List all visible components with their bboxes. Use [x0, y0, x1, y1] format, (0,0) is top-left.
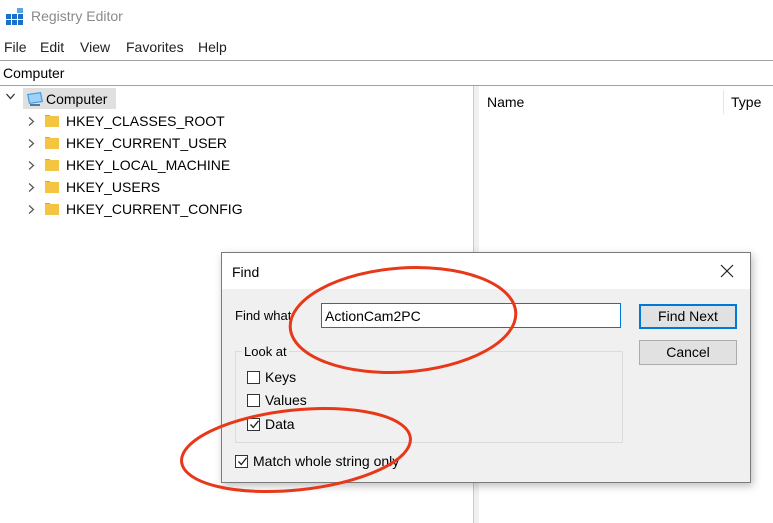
match-whole-string-label: Match whole string only: [253, 453, 400, 469]
data-label: Data: [265, 416, 295, 432]
chevron-down-icon[interactable]: [6, 92, 15, 101]
tree-item-hkey-current-user[interactable]: HKEY_CURRENT_USER: [0, 132, 300, 154]
folder-icon: [45, 137, 59, 149]
close-icon[interactable]: [718, 262, 736, 280]
column-header-name[interactable]: Name: [487, 94, 524, 110]
match-whole-string-checkbox[interactable]: [235, 455, 248, 468]
find-dialog: Find Find what Find Next Cancel Look at …: [221, 252, 751, 483]
data-checkbox[interactable]: [247, 418, 260, 431]
keys-label: Keys: [265, 369, 297, 385]
computer-icon: [27, 92, 43, 106]
chevron-right-icon[interactable]: [27, 139, 36, 148]
chevron-right-icon[interactable]: [27, 183, 36, 192]
menu-favorites[interactable]: Favorites: [126, 39, 184, 55]
dialog-title-bar: Find: [222, 253, 750, 289]
address-path: Computer: [3, 65, 65, 81]
tree-item-hkey-local-machine[interactable]: HKEY_LOCAL_MACHINE: [0, 154, 300, 176]
tree-label: HKEY_CURRENT_CONFIG: [66, 201, 243, 217]
values-checkbox[interactable]: [247, 394, 260, 407]
tree-item-hkey-classes-root[interactable]: HKEY_CLASSES_ROOT: [0, 110, 300, 132]
tree-label: HKEY_CLASSES_ROOT: [66, 113, 225, 129]
menu-file[interactable]: File: [4, 39, 27, 55]
column-header-type[interactable]: Type: [731, 94, 761, 110]
tree-label: HKEY_CURRENT_USER: [66, 135, 228, 151]
find-what-input[interactable]: [321, 303, 621, 328]
checkmark-icon: [238, 457, 248, 466]
tree-label-computer: Computer: [46, 91, 108, 107]
tree-label: HKEY_LOCAL_MACHINE: [66, 157, 231, 173]
title-bar: Registry Editor: [0, 0, 773, 34]
tree-label: HKEY_USERS: [66, 179, 161, 195]
checkmark-icon: [250, 420, 260, 429]
look-at-label: Look at: [242, 344, 289, 359]
chevron-right-icon[interactable]: [27, 161, 36, 170]
cancel-button[interactable]: Cancel: [639, 340, 737, 365]
keys-checkbox[interactable]: [247, 371, 260, 384]
find-what-label: Find what: [235, 308, 292, 323]
chevron-right-icon[interactable]: [27, 117, 36, 126]
menu-help[interactable]: Help: [198, 39, 227, 55]
dialog-title: Find: [232, 264, 260, 280]
column-divider[interactable]: [723, 90, 724, 114]
folder-icon: [45, 203, 59, 215]
window-title: Registry Editor: [31, 8, 123, 24]
find-next-button[interactable]: Find Next: [639, 304, 737, 329]
chevron-right-icon[interactable]: [27, 205, 36, 214]
menu-bar: File Edit View Favorites Help: [0, 37, 773, 59]
folder-icon: [45, 181, 59, 193]
folder-icon: [45, 159, 59, 171]
menu-edit[interactable]: Edit: [40, 39, 64, 55]
tree-item-hkey-current-config[interactable]: HKEY_CURRENT_CONFIG: [0, 198, 300, 220]
folder-icon: [45, 115, 59, 127]
address-bar[interactable]: Computer: [0, 60, 773, 86]
registry-editor-icon: [6, 8, 23, 25]
tree-item-hkey-users[interactable]: HKEY_USERS: [0, 176, 300, 198]
menu-view[interactable]: View: [80, 39, 110, 55]
values-label: Values: [265, 392, 307, 408]
tree-item-computer[interactable]: Computer: [0, 88, 200, 110]
